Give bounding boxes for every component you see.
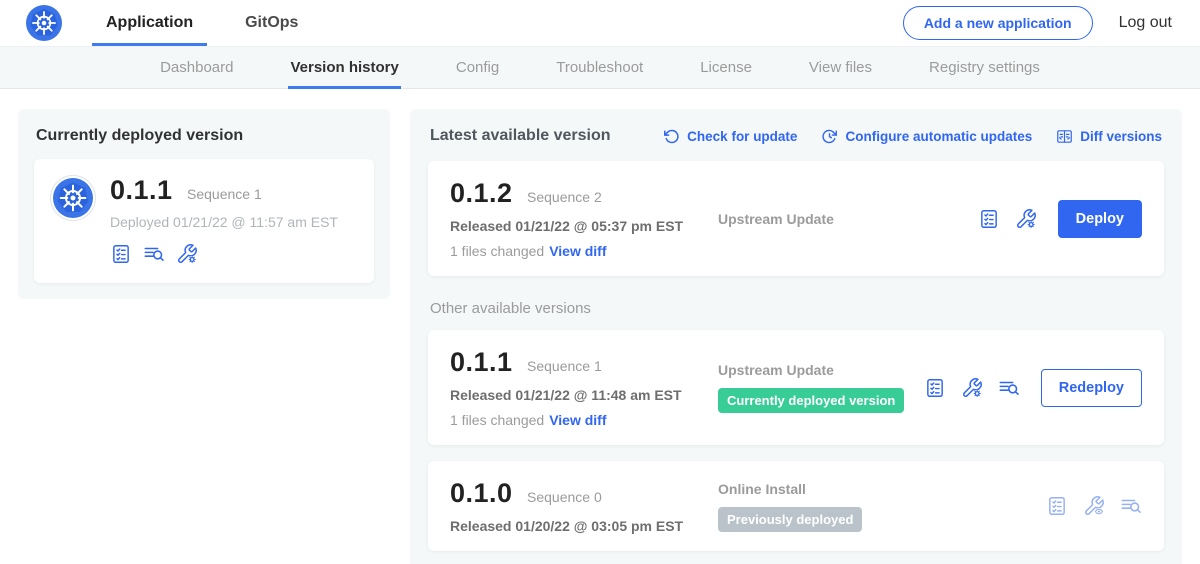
view-logs-icon[interactable]: [1120, 495, 1142, 517]
check-for-update-link[interactable]: Check for update: [663, 128, 797, 145]
app-nav: Application GitOps: [92, 0, 336, 46]
auto-update-clock-icon: [821, 128, 838, 145]
version-source-label: Upstream Update: [718, 362, 924, 378]
tab-application[interactable]: Application: [92, 0, 207, 46]
version-source-label: Online Install: [718, 481, 1046, 497]
version-number: 0.1.0: [450, 478, 513, 508]
released-timestamp: Released 01/21/22 @ 11:48 am EST: [450, 387, 698, 403]
files-changed-label: 1 files changed: [450, 412, 544, 428]
other-versions-title: Other available versions: [430, 300, 1162, 317]
available-versions-panel: Latest available version Check for updat…: [410, 109, 1182, 564]
currently-deployed-badge: Currently deployed version: [718, 388, 904, 413]
edit-config-icon[interactable]: [961, 377, 983, 399]
redeploy-button[interactable]: Redeploy: [1041, 369, 1142, 407]
sequence-label: Sequence 1: [527, 358, 602, 374]
app-subnav: Dashboard Version history Config Trouble…: [0, 46, 1200, 89]
version-number: 0.1.1: [450, 347, 513, 377]
version-number: 0.1.2: [450, 178, 513, 208]
subnav-registry-settings[interactable]: Registry settings: [929, 47, 1040, 88]
edit-config-icon[interactable]: [1015, 208, 1037, 230]
subnav-version-history[interactable]: Version history: [290, 47, 398, 88]
diff-versions-link[interactable]: Diff versions: [1056, 128, 1162, 145]
main-content: Currently deployed version 0.1.1 Sequenc…: [0, 89, 1200, 564]
deploy-button[interactable]: Deploy: [1058, 200, 1142, 238]
released-timestamp: Released 01/21/22 @ 05:37 pm EST: [450, 218, 698, 234]
deployed-sequence-label: Sequence 1: [187, 186, 262, 202]
deployed-timestamp: Deployed 01/21/22 @ 11:57 am EST: [110, 214, 338, 230]
tab-application-label: Application: [106, 14, 193, 32]
diff-icon: [1056, 128, 1073, 145]
subnav-config[interactable]: Config: [456, 47, 499, 88]
files-changed-label: 1 files changed: [450, 243, 544, 259]
refresh-icon: [663, 128, 680, 145]
tab-gitops-label: GitOps: [245, 14, 298, 32]
deployed-version-card: 0.1.1 Sequence 1 Deployed 01/21/22 @ 11:…: [34, 159, 374, 283]
release-notes-icon[interactable]: [924, 377, 946, 399]
previously-deployed-badge: Previously deployed: [718, 507, 862, 532]
version-row-0-1-2: 0.1.2 Sequence 2 Released 01/21/22 @ 05:…: [428, 161, 1164, 276]
view-diff-link[interactable]: View diff: [549, 412, 606, 428]
version-row-0-1-1: 0.1.1 Sequence 1 Released 01/21/22 @ 11:…: [428, 330, 1164, 445]
released-timestamp: Released 01/20/22 @ 03:05 pm EST: [450, 518, 698, 534]
deployed-version-number: 0.1.1: [110, 175, 173, 205]
header-actions: Add a new application Log out: [903, 6, 1172, 40]
version-row-0-1-0: 0.1.0 Sequence 0 Released 01/20/22 @ 03:…: [428, 461, 1164, 551]
view-logs-icon[interactable]: [998, 377, 1020, 399]
kubernetes-logo-icon: [26, 5, 62, 41]
edit-config-icon[interactable]: [176, 243, 198, 265]
tab-gitops[interactable]: GitOps: [231, 0, 312, 46]
sequence-label: Sequence 2: [527, 189, 602, 205]
add-application-button[interactable]: Add a new application: [903, 6, 1093, 40]
release-notes-icon[interactable]: [978, 208, 1000, 230]
currently-deployed-title: Currently deployed version: [36, 127, 374, 145]
release-notes-icon[interactable]: [1046, 495, 1068, 517]
subnav-license[interactable]: License: [700, 47, 752, 88]
view-diff-link[interactable]: View diff: [549, 243, 606, 259]
subnav-dashboard[interactable]: Dashboard: [160, 47, 233, 88]
configure-automatic-updates-link[interactable]: Configure automatic updates: [821, 128, 1032, 145]
view-config-icon[interactable]: [1083, 495, 1105, 517]
app-logo-icon: [50, 175, 96, 221]
latest-available-title: Latest available version: [430, 127, 611, 145]
sequence-label: Sequence 0: [527, 489, 602, 505]
view-logs-icon[interactable]: [143, 243, 165, 265]
currently-deployed-card: Currently deployed version 0.1.1 Sequenc…: [18, 109, 390, 299]
version-source-label: Upstream Update: [718, 211, 978, 227]
subnav-view-files[interactable]: View files: [809, 47, 872, 88]
subnav-troubleshoot[interactable]: Troubleshoot: [556, 47, 643, 88]
top-header: Application GitOps Add a new application…: [0, 0, 1200, 46]
logout-link[interactable]: Log out: [1119, 14, 1172, 32]
release-notes-icon[interactable]: [110, 243, 132, 265]
